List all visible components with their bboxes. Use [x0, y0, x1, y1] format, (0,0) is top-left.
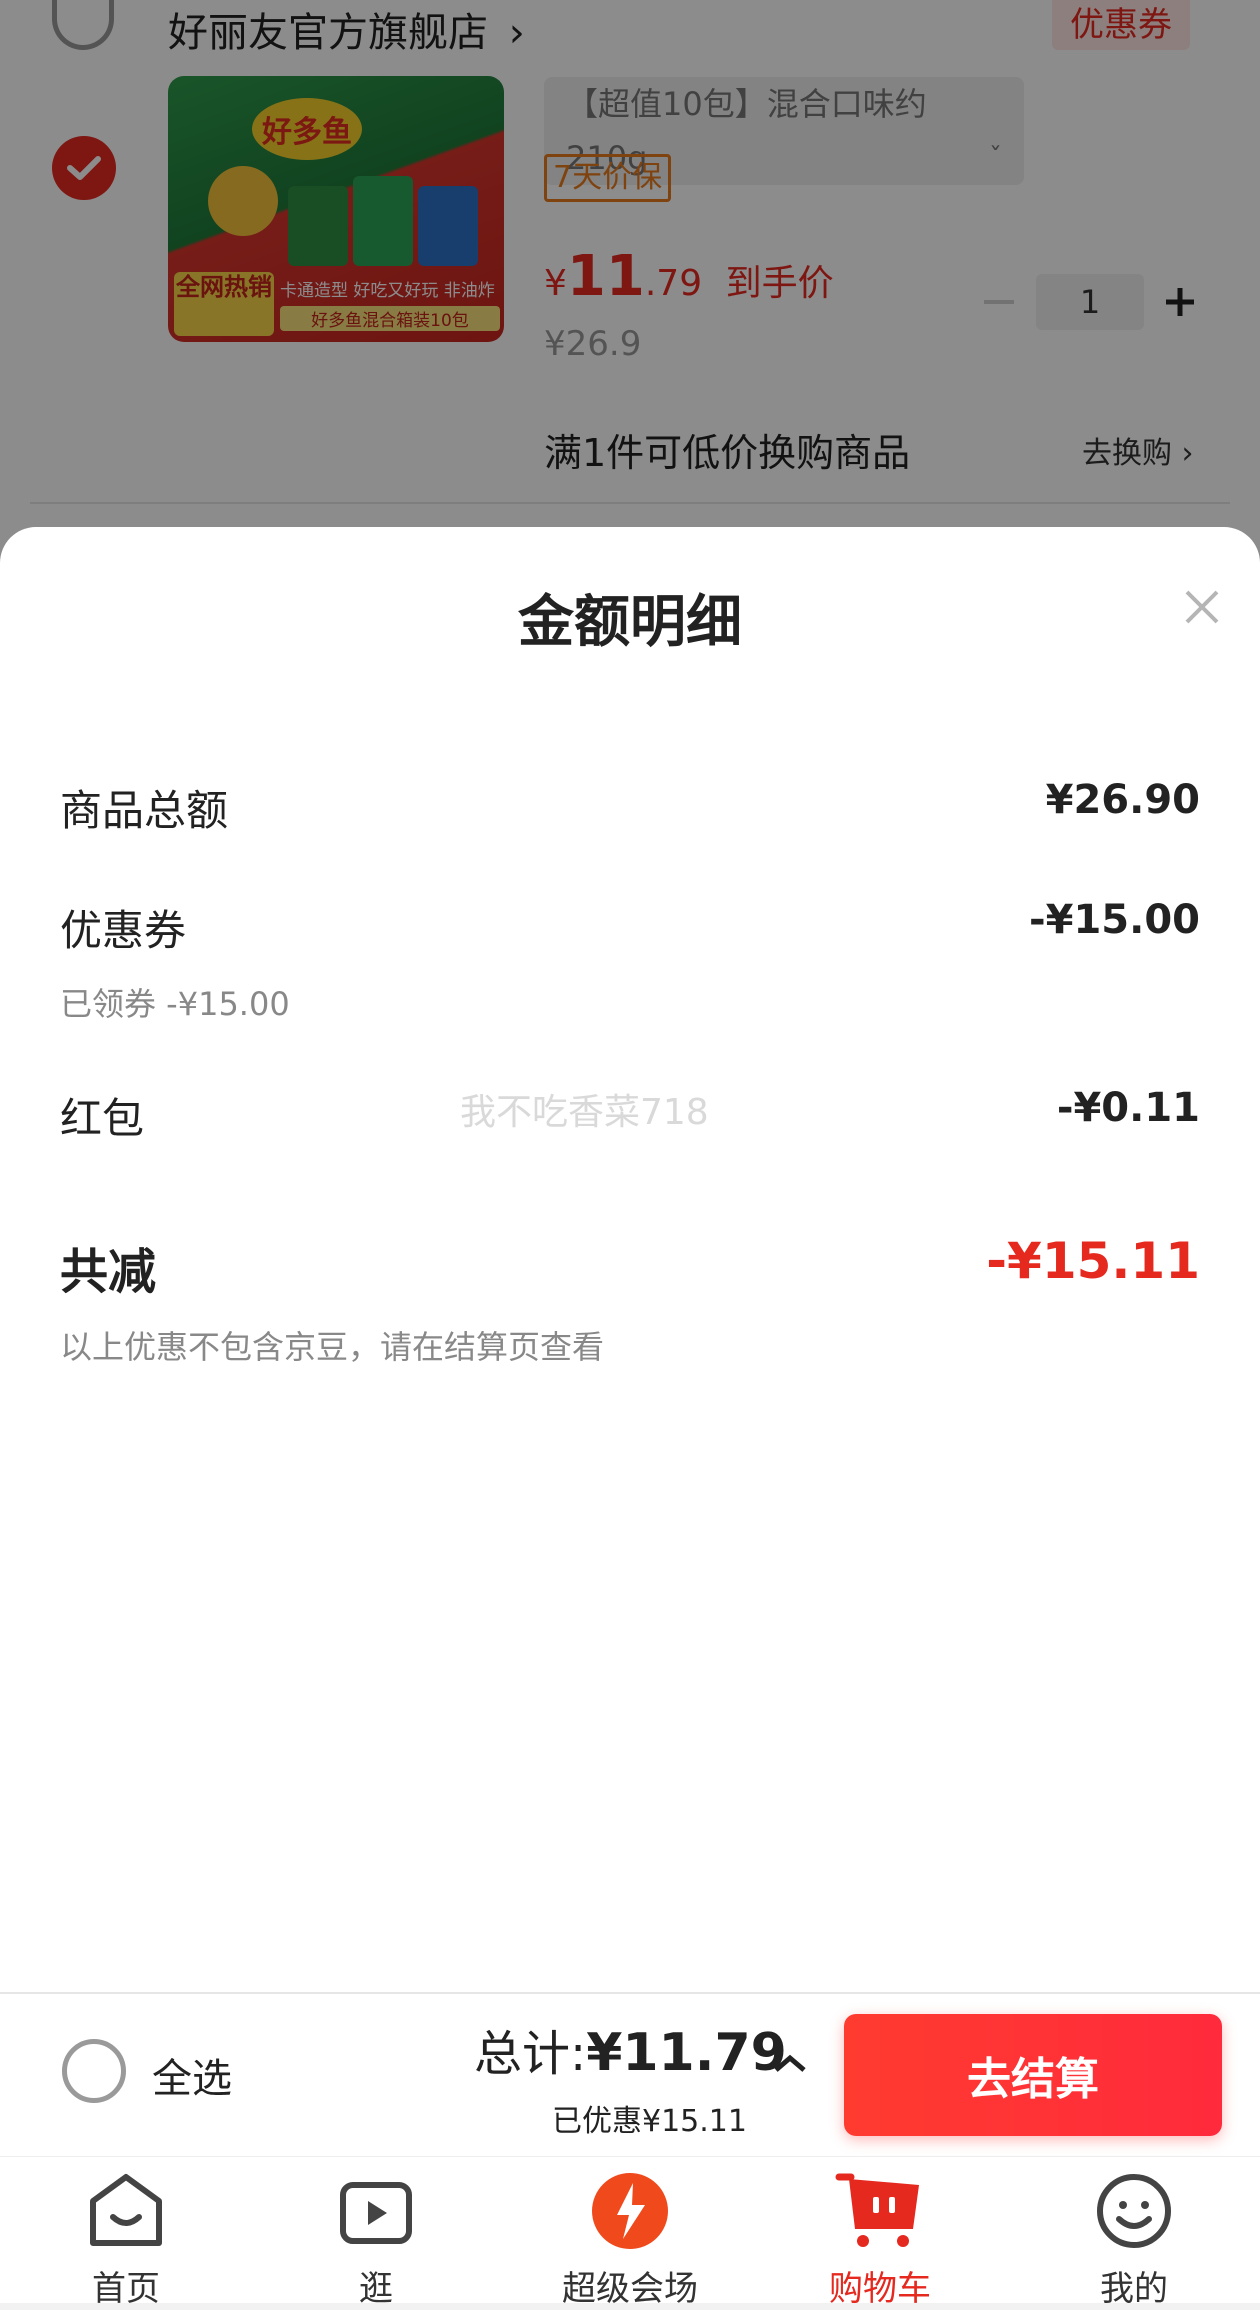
- sheet-title: 金额明细: [518, 590, 742, 655]
- row-label-red-packet: 红包: [60, 1094, 145, 1143]
- cart-total-label: 总计:: [474, 2026, 587, 2082]
- cart-total: 总计:¥11.79: [474, 2014, 787, 2084]
- total-discount-label: 共减: [60, 1244, 157, 1300]
- watermark: 我不吃香菜718: [460, 1092, 709, 1133]
- bottom-tab-bar: 首页 逛 超级会场 购物车 我的: [0, 2156, 1260, 2309]
- tab-super-venue[interactable]: 超级会场: [540, 2171, 720, 2310]
- tab-profile[interactable]: 我的: [1044, 2171, 1224, 2310]
- tab-label: 超级会场: [562, 2269, 698, 2309]
- row-value-goods-total: ¥26.90: [1045, 777, 1200, 823]
- row-label-goods-total: 商品总额: [60, 786, 229, 835]
- cart-icon: [835, 2173, 919, 2247]
- chevron-up-icon: [774, 2054, 806, 2072]
- row-value-red-packet: -¥0.11: [1056, 1085, 1200, 1131]
- tab-home[interactable]: 首页: [36, 2171, 216, 2310]
- home-icon: [90, 2174, 162, 2246]
- smiley-profile-icon: [1097, 2174, 1171, 2248]
- checkout-bar: 全选 总计:¥11.79 已优惠¥15.11 去结算: [0, 1992, 1260, 2158]
- tab-label: 我的: [1100, 2269, 1168, 2309]
- discount-disclaimer: 以上优惠不包含京豆，请在结算页查看: [60, 1328, 605, 1366]
- select-all-label[interactable]: 全选: [152, 2046, 232, 2104]
- super-venue-icon: [592, 2173, 668, 2249]
- row-value-coupon: -¥15.00: [1029, 897, 1200, 943]
- close-icon: [1185, 590, 1219, 624]
- tab-cart[interactable]: 购物车: [790, 2171, 970, 2310]
- coupon-note: 已领券 -¥15.00: [60, 985, 290, 1023]
- tab-label: 逛: [359, 2269, 393, 2309]
- video-play-icon: [340, 2182, 412, 2244]
- row-label-coupon: 优惠券: [60, 906, 187, 955]
- tab-browse[interactable]: 逛: [286, 2171, 466, 2310]
- cart-total-value: ¥11.79: [586, 2023, 787, 2083]
- select-all-radio[interactable]: [62, 2039, 126, 2103]
- close-button[interactable]: [1174, 579, 1230, 635]
- checkout-button[interactable]: 去结算: [844, 2014, 1222, 2136]
- saved-amount: 已优惠¥15.11: [552, 2104, 747, 2139]
- discount-detail-toggle[interactable]: [770, 2044, 810, 2084]
- amount-detail-sheet: 金额明细 商品总额 ¥26.90 优惠券 -¥15.00 已领券 -¥15.00…: [0, 527, 1260, 1992]
- tab-label: 购物车: [829, 2269, 931, 2309]
- total-discount-value: -¥15.11: [986, 1232, 1200, 1290]
- tab-label: 首页: [92, 2269, 160, 2309]
